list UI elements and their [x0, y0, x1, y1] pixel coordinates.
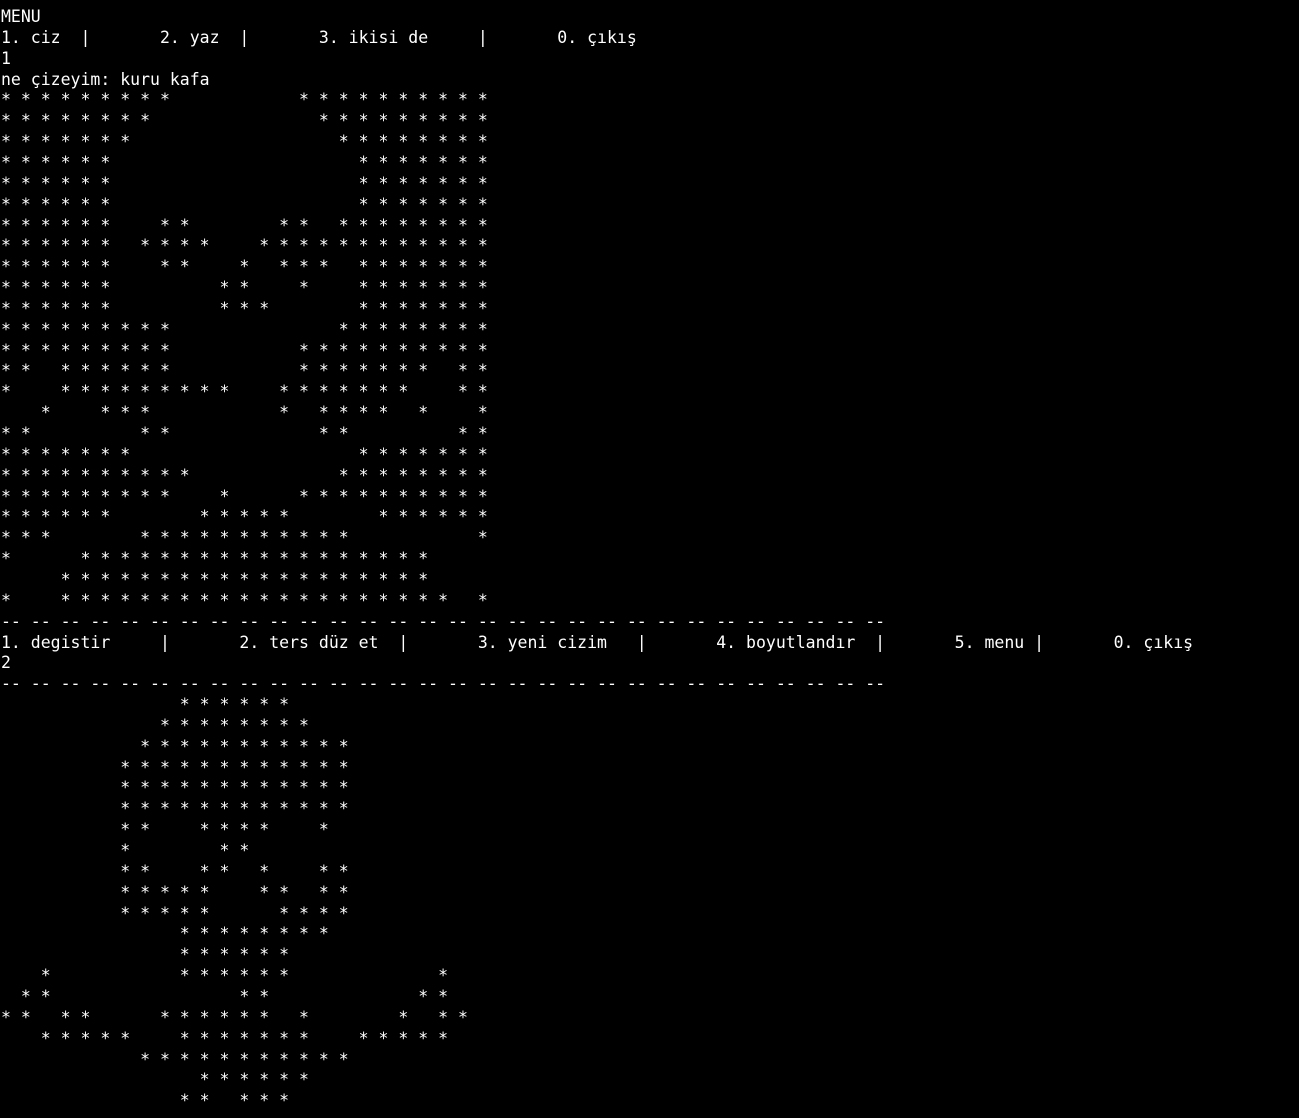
terminal-line: * * * * * * * * * * *	[1, 1049, 349, 1069]
terminal-line: * * * * * * * * * * * * *	[1, 152, 488, 172]
terminal-line: 1. ciz | 2. yaz | 3. ikisi de | 0. çıkış	[1, 27, 637, 47]
terminal-line: * * * * * * *	[1, 820, 329, 840]
terminal-line: * * * * * * * *	[1, 924, 329, 944]
terminal-line: * * * * * * * * * * * * * * * * * * *	[1, 340, 488, 360]
terminal-line: * * * * * * * * * * * * * * * * * * *	[1, 569, 429, 589]
terminal-line: * * * * * * * * * * * * * * * * * * *	[1, 382, 488, 402]
terminal-line: * * * * * *	[1, 986, 449, 1006]
terminal-line: * * * * * * * *	[1, 715, 309, 735]
terminal-line: * * * * * * * * * * * * * * * * * *	[1, 465, 488, 485]
terminal-line: * * * * * * * * * * * * * * * * * * * *	[1, 486, 488, 506]
terminal-line: * * * * * * * * * * *	[1, 736, 349, 756]
terminal-line: 1	[1, 48, 11, 68]
terminal-line: * * * * * * * *	[1, 424, 488, 443]
terminal-line: * * * * * *	[1, 945, 290, 965]
terminal-line: * * * * * * * * * * * * * * * * *	[1, 507, 488, 527]
terminal-line: * * * * * * * * * * * * * * * * * * * * …	[1, 590, 488, 610]
terminal-line: * * * * * * * * * * * * * *	[1, 1007, 468, 1027]
terminal-line: * * * * * * * * *	[1, 903, 349, 923]
terminal-line: * * * * * * * * * * * * * * * * * * *	[1, 257, 488, 277]
terminal-line: * * * * * * * * * * * * *	[1, 194, 488, 214]
terminal-line: * * * * * * * * * * * * * * * * * *	[1, 215, 488, 235]
terminal-line: * * * * * *	[1, 1070, 309, 1090]
terminal-line: * * * * * * * * *	[1, 882, 349, 902]
terminal-window[interactable]: MENU 1. ciz | 2. yaz | 3. ikisi de | 0. ç…	[0, 0, 1299, 1118]
terminal-line: * * * * * * * *	[1, 966, 449, 986]
terminal-line: * * * * * * * * * * * *	[1, 799, 349, 819]
terminal-line: * * * * * * * * * * * * * *	[1, 444, 488, 464]
terminal-line: * * * * * * * * * * * *	[1, 757, 349, 777]
terminal-line: * * * * * * * * * * * * * * * *	[1, 278, 488, 298]
terminal-line: * * * * * * * * * * * * * * * *	[1, 298, 488, 318]
terminal-line: * * * * * * * * * * * * * * * * *	[1, 361, 488, 381]
terminal-line: * * *	[1, 841, 250, 860]
terminal-line: * * * * * * * * * * * * *	[1, 173, 488, 193]
terminal-line: * * * * * * * * * * * * * * * * *	[1, 111, 488, 131]
terminal-line: * * * * * * * * * * * * * * * * *	[1, 1028, 449, 1048]
terminal-line: * * * * * * * * * * *	[1, 403, 488, 423]
terminal-line: 2	[1, 653, 11, 673]
terminal-line: ne çizeyim: kuru kafa	[1, 69, 210, 89]
terminal-line: * * * * * * * * * * * * * * * * * * * * …	[1, 236, 488, 256]
terminal-line: * * * * * * * * * * * * * * *	[1, 528, 488, 548]
terminal-line: * * * * * * * * * * * * * * * * *	[1, 319, 488, 339]
terminal-line: * * * * *	[1, 1091, 290, 1111]
terminal-line: -- -- -- -- -- -- -- -- -- -- -- -- -- -…	[1, 611, 886, 631]
terminal-line: 1. degistir | 2. ters düz et | 3. yeni c…	[1, 632, 1194, 652]
terminal-line: * * * * * * * * * * * * * * * * * * *	[1, 90, 488, 110]
terminal-line: * * * * * *	[1, 695, 290, 715]
terminal-line: * * * * * * * * * * * *	[1, 778, 349, 798]
terminal-line: -- -- -- -- -- -- -- -- -- -- -- -- -- -…	[1, 674, 886, 694]
terminal-line: * * * * * * * * * * * * * * * * * * *	[1, 549, 429, 569]
terminal-line: * * * * * * *	[1, 861, 349, 881]
terminal-line: * * * * * * * * * * * * * * *	[1, 132, 488, 152]
terminal-line: MENU	[1, 7, 41, 26]
